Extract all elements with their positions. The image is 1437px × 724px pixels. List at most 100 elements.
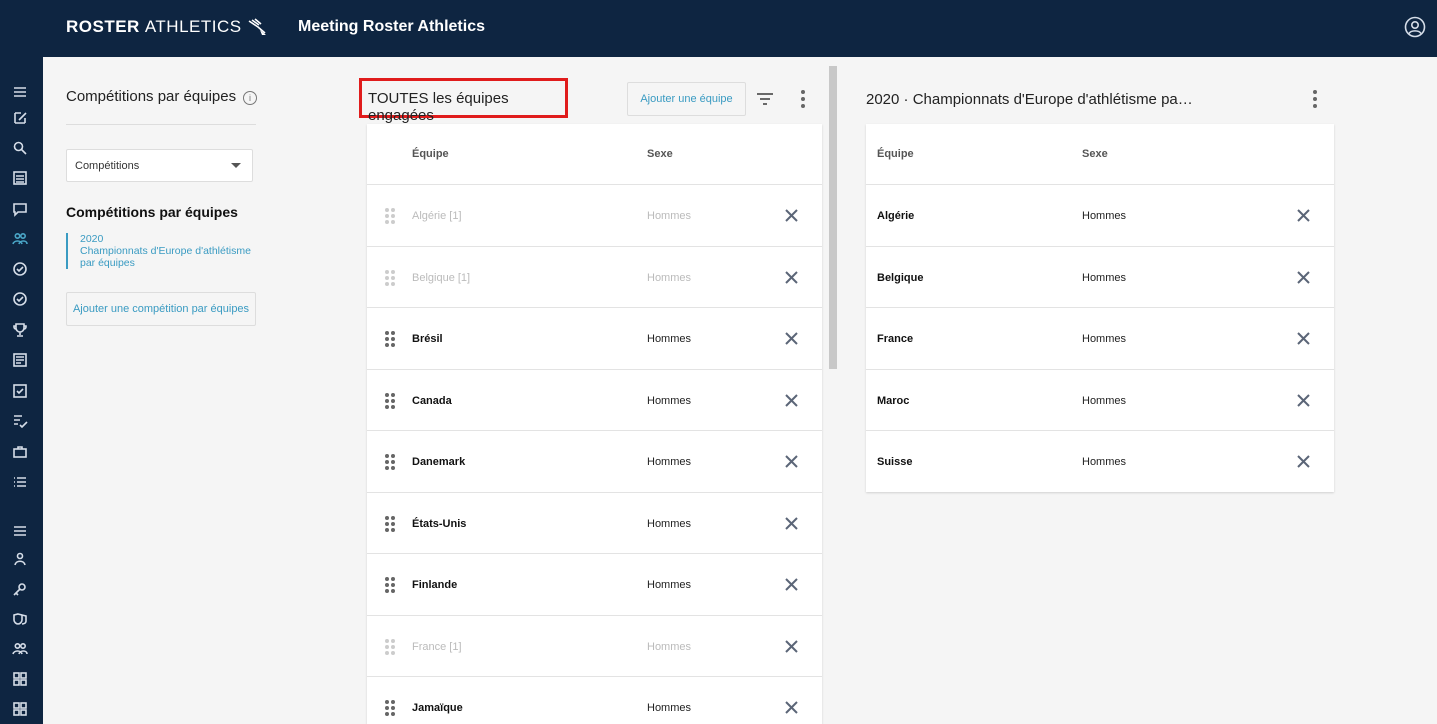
search-icon[interactable] <box>11 139 29 157</box>
remove-icon[interactable] <box>784 331 799 346</box>
drag-handle-icon[interactable] <box>385 638 395 655</box>
col-sex: Sexe <box>1082 148 1108 160</box>
team-sex: Hommes <box>647 210 692 222</box>
more-vert-icon[interactable] <box>800 90 806 108</box>
all-teams-table: Équipe Sexe Algérie [1] Hommes Belgique [1… <box>367 124 822 724</box>
col-team: Équipe <box>412 148 449 160</box>
person-icon[interactable] <box>11 550 29 568</box>
table-row[interactable]: Brésil Hommes <box>367 308 822 370</box>
account-icon[interactable] <box>1404 16 1426 38</box>
check-circle-icon[interactable] <box>11 260 29 278</box>
remove-icon[interactable] <box>1296 270 1311 285</box>
drag-handle-icon[interactable] <box>385 392 395 409</box>
table-row[interactable]: Algérie Hommes <box>866 185 1334 247</box>
news-icon[interactable] <box>11 351 29 369</box>
team-sex: Hommes <box>647 333 692 345</box>
team-sex: Hommes <box>647 579 692 591</box>
table-row[interactable]: Finlande Hommes <box>367 554 822 616</box>
remove-icon[interactable] <box>784 516 799 531</box>
table-row[interactable]: France [1] Hommes <box>367 616 822 677</box>
menu-icon[interactable] <box>11 522 29 540</box>
all-teams-title: TOUTES les équipes engagées <box>359 78 568 124</box>
grid-icon[interactable] <box>11 670 29 688</box>
table-header: Équipe Sexe <box>866 124 1334 185</box>
remove-icon[interactable] <box>1296 331 1311 346</box>
remove-icon[interactable] <box>1296 454 1311 469</box>
edit-icon[interactable] <box>11 109 29 127</box>
checkbox-icon[interactable] <box>11 382 29 400</box>
brand-logo[interactable]: ROSTER ATHLETICS <box>66 17 268 37</box>
table-row[interactable]: Algérie [1] Hommes <box>367 185 822 247</box>
competition-title: 2020 · Championnats d'Europe d'athlétism… <box>866 91 1196 108</box>
competition-teams-table: Équipe Sexe Algérie Hommes Belgique Hommes F… <box>866 124 1334 492</box>
app-title: Meeting Roster Athletics <box>298 18 485 35</box>
remove-icon[interactable] <box>784 454 799 469</box>
teams-icon[interactable] <box>11 230 29 248</box>
key-icon[interactable] <box>11 580 29 598</box>
table-row[interactable]: États-Unis Hommes <box>367 493 822 554</box>
drag-handle-icon[interactable] <box>385 577 395 593</box>
team-name: Danemark <box>412 456 466 468</box>
table-header: Équipe Sexe <box>367 124 822 185</box>
bullet-list-icon[interactable] <box>11 473 29 491</box>
briefcase-icon[interactable] <box>11 443 29 461</box>
chat-icon[interactable] <box>11 200 29 218</box>
top-bar: ROSTER ATHLETICS Meeting Roster Athletic… <box>0 0 1437 57</box>
shield-icon[interactable] <box>11 610 29 628</box>
more-vert-icon[interactable] <box>1312 90 1318 108</box>
group-icon[interactable] <box>11 640 29 658</box>
team-sex: Hommes <box>647 702 692 714</box>
remove-icon[interactable] <box>784 639 799 654</box>
table-row[interactable]: Canada Hommes <box>367 370 822 431</box>
drag-handle-icon[interactable] <box>385 269 395 286</box>
scrollbar[interactable] <box>829 66 837 369</box>
remove-icon[interactable] <box>784 577 799 592</box>
team-name: Belgique [1] <box>412 271 471 284</box>
trophy-icon[interactable] <box>11 321 29 339</box>
remove-icon[interactable] <box>784 700 799 715</box>
filter-icon[interactable] <box>755 90 775 108</box>
team-name: États-Unis <box>412 517 467 530</box>
add-team-button[interactable]: Ajouter une équipe <box>627 82 746 116</box>
remove-icon[interactable] <box>784 270 799 285</box>
table-row[interactable]: Maroc Hommes <box>866 370 1334 431</box>
competition-item[interactable]: 2020 Championnats d'Europe d'athlétisme … <box>66 233 256 269</box>
drag-handle-icon[interactable] <box>385 208 395 224</box>
competition-year: 2020 <box>80 233 104 245</box>
divider <box>66 124 256 125</box>
team-name: Finlande <box>412 579 458 591</box>
list-icon[interactable] <box>11 169 29 187</box>
nav-rail <box>0 57 43 724</box>
grid-icon[interactable] <box>11 700 29 718</box>
panel-title: Compétitions par équipes <box>66 88 237 105</box>
drag-handle-icon[interactable] <box>385 331 395 347</box>
drag-handle-icon[interactable] <box>385 515 395 532</box>
drag-handle-icon[interactable] <box>385 454 395 470</box>
remove-icon[interactable] <box>1296 208 1311 223</box>
table-row[interactable]: Suisse Hommes <box>866 431 1334 493</box>
col-team: Équipe <box>877 148 914 160</box>
brand-light: ATHLETICS <box>144 17 242 36</box>
remove-icon[interactable] <box>784 208 799 223</box>
check-circle-icon[interactable] <box>11 290 29 308</box>
remove-icon[interactable] <box>1296 393 1311 408</box>
drag-handle-icon[interactable] <box>385 700 395 716</box>
winged-shoe-icon <box>248 18 266 35</box>
table-row[interactable]: France Hommes <box>866 308 1334 370</box>
table-row[interactable]: Belgique Hommes <box>866 247 1334 308</box>
remove-icon[interactable] <box>784 393 799 408</box>
table-row[interactable]: Jamaïque Hommes <box>367 677 822 724</box>
menu-icon[interactable] <box>11 83 29 101</box>
team-sex: Hommes <box>1082 456 1127 468</box>
add-competition-button[interactable]: Ajouter une compétition par équipes <box>66 292 256 326</box>
checklist-icon[interactable] <box>11 412 29 430</box>
table-row[interactable]: Belgique [1] Hommes <box>367 247 822 308</box>
competitions-panel: Compétitions par équipes i Compétitions … <box>66 88 257 326</box>
team-name: Belgique <box>877 271 924 284</box>
info-icon[interactable]: i <box>243 91 257 105</box>
table-row[interactable]: Danemark Hommes <box>367 431 822 493</box>
team-name: Jamaïque <box>412 702 463 714</box>
team-sex: Hommes <box>647 517 692 530</box>
competitions-select[interactable]: Compétitions <box>66 149 253 182</box>
brand-bold: ROSTER <box>66 17 140 36</box>
